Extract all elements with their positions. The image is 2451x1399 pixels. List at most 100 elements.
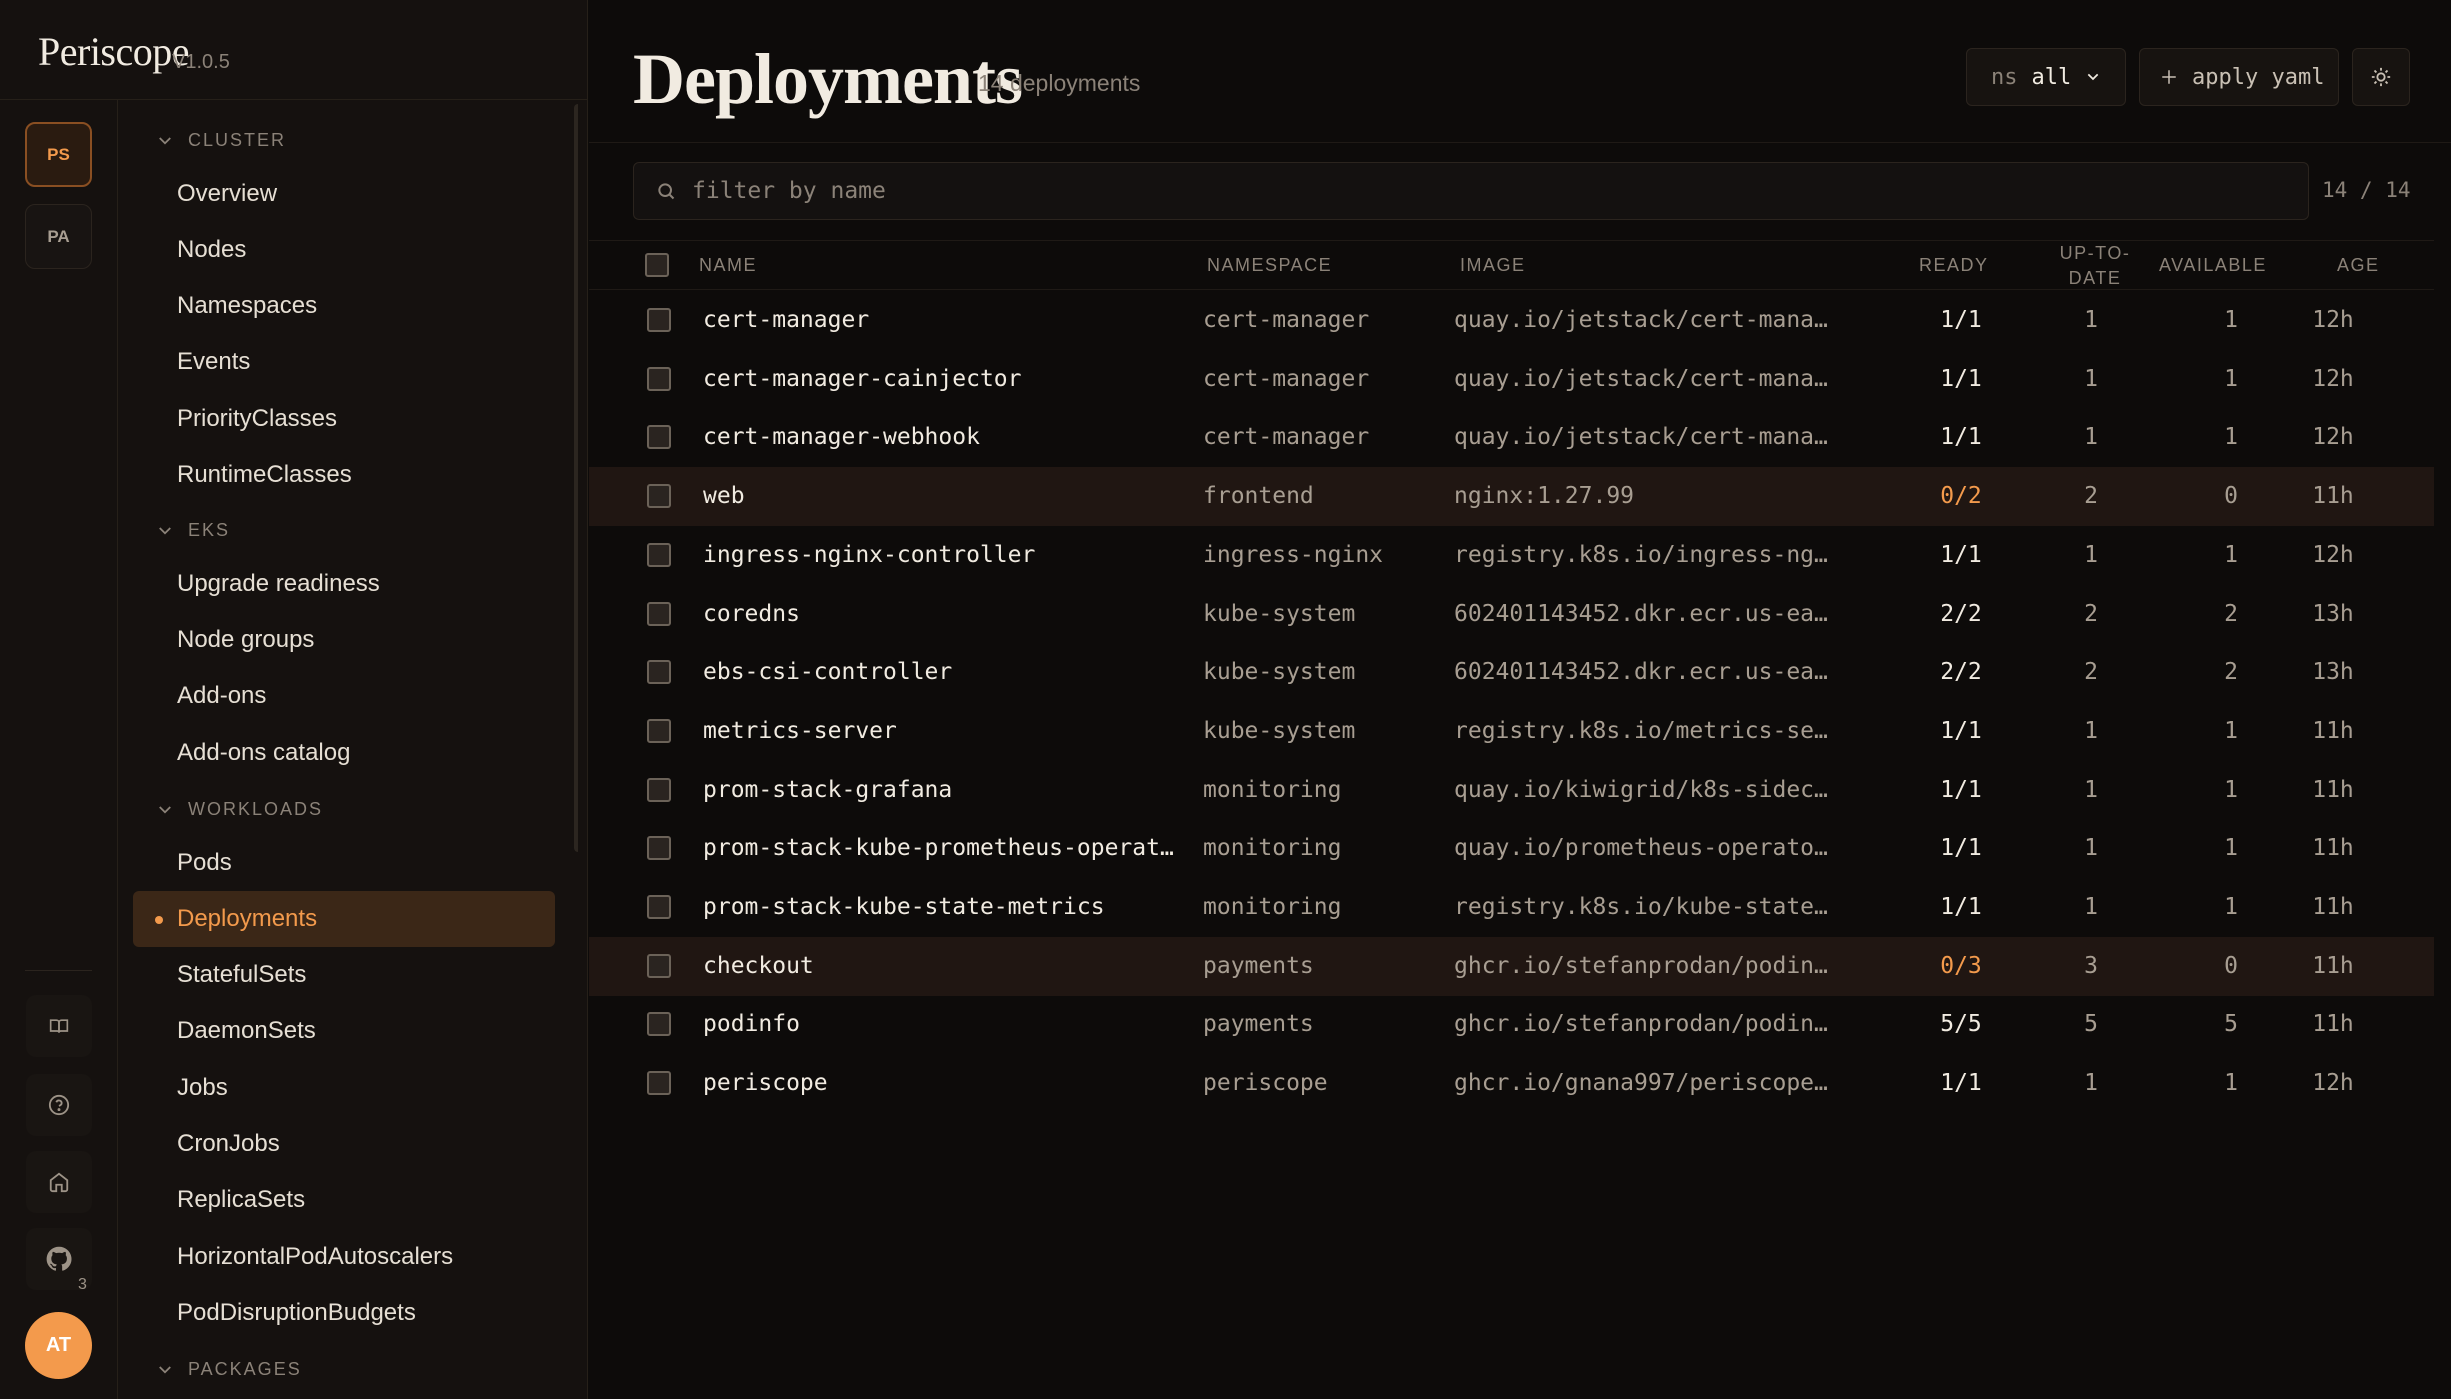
- cell-name[interactable]: prom-stack-grafana: [703, 777, 952, 803]
- nav-item-hpa[interactable]: HorizontalPodAutoscalers: [177, 1243, 453, 1271]
- table-row[interactable]: periscope periscope ghcr.io/gnana997/peris…: [589, 1054, 2434, 1113]
- col-uptodate[interactable]: UP-TO- DATE: [2055, 241, 2135, 291]
- user-avatar[interactable]: AT: [25, 1312, 92, 1379]
- search-box[interactable]: [633, 162, 2309, 220]
- col-ready[interactable]: READY: [1919, 255, 1989, 276]
- table-row[interactable]: metrics-server kube-system registry.k8s.io…: [589, 702, 2434, 761]
- section-workloads[interactable]: WORKLOADS: [156, 799, 323, 820]
- row-checkbox[interactable]: [647, 425, 671, 450]
- table-row[interactable]: prom-stack-kube-state-metrics monitoring r…: [589, 878, 2434, 937]
- cluster-chip-pa[interactable]: PA: [25, 204, 92, 269]
- col-available[interactable]: AVAILABLE: [2159, 255, 2267, 276]
- row-checkbox[interactable]: [647, 601, 671, 626]
- table-row[interactable]: prom-stack-kube-prometheus-operat… monito…: [589, 819, 2434, 878]
- row-checkbox[interactable]: [647, 660, 671, 685]
- row-checkbox[interactable]: [647, 777, 671, 802]
- nav-item-statefulsets[interactable]: StatefulSets: [177, 961, 306, 989]
- app-logo[interactable]: Periscope: [38, 28, 190, 75]
- cell-age: 11h: [2312, 483, 2354, 510]
- cell-name[interactable]: cert-manager-cainjector: [703, 366, 1022, 392]
- nav-item-pdb[interactable]: PodDisruptionBudgets: [177, 1299, 416, 1327]
- table-row[interactable]: cert-manager cert-manager quay.io/jetstack…: [589, 291, 2434, 350]
- cell-age: 12h: [2312, 541, 2354, 568]
- nav-item-priorityclasses[interactable]: PriorityClasses: [177, 405, 337, 433]
- nav-item-overview[interactable]: Overview: [177, 180, 277, 208]
- filter-input[interactable]: [692, 178, 2272, 204]
- cell-name[interactable]: coredns: [703, 601, 800, 627]
- table-row[interactable]: ingress-nginx-controller ingress-nginx reg…: [589, 526, 2434, 585]
- select-all-checkbox[interactable]: [645, 253, 669, 277]
- namespace-select[interactable]: ns all: [1966, 48, 2126, 106]
- cell-name[interactable]: cert-manager-webhook: [703, 424, 980, 450]
- nav-item-upgrade-readiness[interactable]: Upgrade readiness: [177, 570, 380, 598]
- table-row[interactable]: web frontend nginx:1.27.99 0/2 2 0 11h: [589, 467, 2434, 527]
- cell-name[interactable]: prom-stack-kube-prometheus-operat…: [703, 835, 1174, 861]
- section-cluster[interactable]: CLUSTER: [156, 130, 286, 151]
- cell-available: 1: [2224, 894, 2238, 920]
- cell-name[interactable]: periscope: [703, 1070, 828, 1096]
- cell-name[interactable]: podinfo: [703, 1011, 800, 1037]
- cell-name[interactable]: checkout: [703, 953, 814, 979]
- cell-available: 1: [2224, 776, 2238, 803]
- row-checkbox[interactable]: [647, 366, 671, 391]
- row-checkbox[interactable]: [647, 1071, 671, 1096]
- cell-uptodate: 1: [2084, 894, 2098, 920]
- theme-toggle-button[interactable]: [2352, 48, 2410, 106]
- table-row[interactable]: cert-manager-cainjector cert-manager quay.…: [589, 350, 2434, 409]
- sidebar-scrollbar[interactable]: [574, 104, 578, 852]
- cell-namespace: payments: [1203, 1011, 1314, 1038]
- nav-item-add-ons-catalog[interactable]: Add-ons catalog: [177, 739, 350, 767]
- row-checkbox[interactable]: [647, 895, 671, 919]
- table-row[interactable]: coredns kube-system 602401143452.dkr.ecr.u…: [589, 585, 2434, 644]
- nav-item-namespaces[interactable]: Namespaces: [177, 292, 317, 320]
- cell-ready: 1/1: [1940, 717, 1982, 744]
- nav-item-nodes[interactable]: Nodes: [177, 236, 246, 264]
- row-checkbox[interactable]: [647, 542, 671, 567]
- row-checkbox[interactable]: [647, 484, 671, 509]
- col-image[interactable]: IMAGE: [1460, 255, 1526, 276]
- cluster-chip-ps[interactable]: PS: [25, 122, 92, 187]
- cell-name[interactable]: ingress-nginx-controller: [703, 542, 1035, 568]
- cell-name[interactable]: ebs-csi-controller: [703, 659, 952, 685]
- sun-icon: [2371, 67, 2391, 87]
- section-eks[interactable]: EKS: [156, 520, 230, 541]
- section-cluster-label: CLUSTER: [188, 130, 287, 150]
- cell-namespace: frontend: [1203, 483, 1314, 510]
- cell-name[interactable]: metrics-server: [703, 718, 897, 744]
- nav-item-events[interactable]: Events: [177, 348, 250, 376]
- cell-age: 11h: [2312, 952, 2354, 979]
- row-checkbox[interactable]: [647, 1012, 671, 1037]
- cell-name[interactable]: web: [703, 483, 745, 509]
- nav-item-node-groups[interactable]: Node groups: [177, 626, 314, 654]
- nav-item-daemonsets[interactable]: DaemonSets: [177, 1017, 316, 1045]
- row-checkbox[interactable]: [647, 308, 671, 332]
- cell-name[interactable]: cert-manager: [703, 307, 869, 333]
- cell-uptodate: 2: [2084, 600, 2098, 627]
- col-age[interactable]: AGE: [2337, 255, 2380, 276]
- col-namespace[interactable]: NAMESPACE: [1207, 255, 1332, 276]
- nav-item-jobs[interactable]: Jobs: [177, 1074, 228, 1102]
- nav-item-deployments[interactable]: Deployments: [177, 905, 317, 933]
- nav-item-runtimeclasses[interactable]: RuntimeClasses: [177, 461, 352, 489]
- active-indicator-dot: [155, 916, 163, 924]
- row-checkbox[interactable]: [647, 836, 671, 861]
- section-packages[interactable]: PACKAGES: [156, 1359, 302, 1380]
- table-row[interactable]: prom-stack-grafana monitoring quay.io/kiwi…: [589, 761, 2434, 820]
- col-name[interactable]: NAME: [699, 255, 757, 276]
- cell-image: quay.io/prometheus-operato…: [1454, 835, 1828, 862]
- nav-item-pods[interactable]: Pods: [177, 849, 232, 877]
- apply-yaml-button[interactable]: apply yaml: [2139, 48, 2339, 106]
- help-button[interactable]: [26, 1074, 92, 1136]
- cell-name[interactable]: prom-stack-kube-state-metrics: [703, 894, 1105, 920]
- table-row[interactable]: ebs-csi-controller kube-system 60240114345…: [589, 643, 2434, 702]
- row-checkbox[interactable]: [647, 953, 671, 978]
- table-row[interactable]: checkout payments ghcr.io/stefanprodan/pod…: [589, 936, 2434, 996]
- nav-item-replicasets[interactable]: ReplicaSets: [177, 1186, 305, 1214]
- nav-item-add-ons[interactable]: Add-ons: [177, 682, 266, 710]
- nav-item-cronjobs[interactable]: CronJobs: [177, 1130, 280, 1158]
- home-button[interactable]: [26, 1151, 92, 1213]
- table-row[interactable]: cert-manager-webhook cert-manager quay.io/…: [589, 408, 2434, 467]
- table-row[interactable]: podinfo payments ghcr.io/stefanprodan/podi…: [589, 995, 2434, 1054]
- row-checkbox[interactable]: [647, 718, 671, 743]
- docs-button[interactable]: [26, 995, 92, 1057]
